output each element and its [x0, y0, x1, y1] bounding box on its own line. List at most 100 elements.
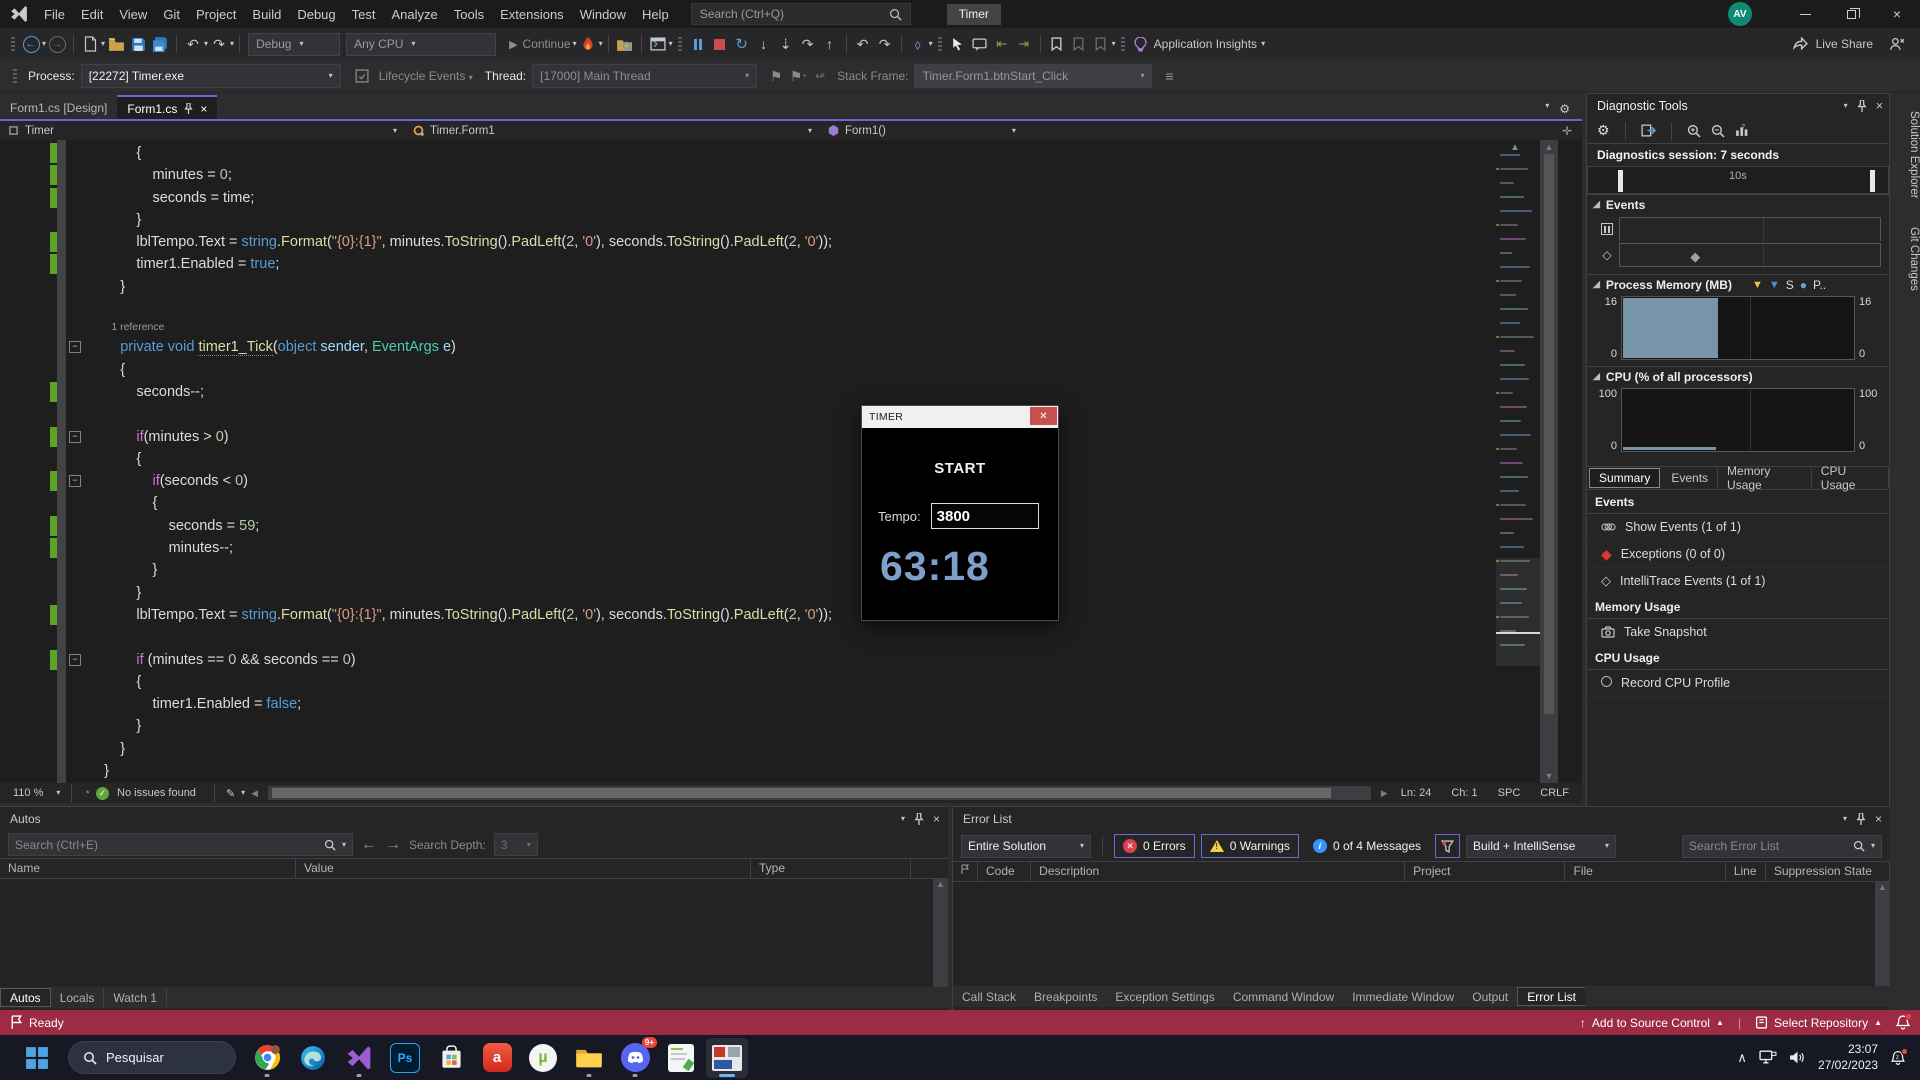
- cpu-section-header[interactable]: ◢ CPU (% of all processors): [1587, 366, 1889, 386]
- start-button[interactable]: [16, 1038, 58, 1078]
- bottom-tab-immediate-window[interactable]: Immediate Window: [1343, 987, 1463, 1006]
- timer-start-button[interactable]: START: [862, 460, 1058, 477]
- code-editor[interactable]: { minutes = 0; seconds = time; } lblTemp…: [0, 140, 1582, 783]
- diag-tab-summary[interactable]: Summary: [1589, 468, 1660, 488]
- minimize-button[interactable]: [1782, 0, 1828, 28]
- process-dropdown[interactable]: [22272] Timer.exe▾: [81, 64, 341, 88]
- flag-threads-icon[interactable]: ⚑+: [787, 64, 809, 88]
- error-column-file[interactable]: File: [1565, 862, 1725, 881]
- menu-project[interactable]: Project: [188, 0, 244, 28]
- minimap-viewport[interactable]: [1496, 558, 1540, 666]
- continue-button[interactable]: ▶ Continue: [507, 32, 573, 56]
- error-column-code[interactable]: Code: [978, 862, 1031, 881]
- application-insights-icon[interactable]: [1130, 32, 1152, 56]
- codelens-line[interactable]: 1 reference: [0, 320, 1496, 336]
- comment-button[interactable]: [969, 32, 991, 56]
- build-filter-dropdown[interactable]: Build + IntelliSense▾: [1466, 835, 1616, 858]
- new-file-button[interactable]: [79, 32, 101, 56]
- autos-column-value[interactable]: Value: [296, 859, 751, 878]
- summary-item-take[interactable]: Take Snapshot: [1587, 619, 1889, 646]
- tempo-input[interactable]: 3800: [931, 503, 1039, 529]
- side-tab-solution-explorer[interactable]: Solution Explorer: [1890, 101, 1920, 209]
- bottom-tab-command-window[interactable]: Command Window: [1224, 987, 1343, 1006]
- solution-platform-dropdown[interactable]: Any CPU▾: [346, 33, 496, 56]
- code-line[interactable]: [0, 626, 1496, 648]
- code-line[interactable]: }: [0, 209, 1496, 231]
- live-share-label[interactable]: Live Share: [1816, 37, 1873, 51]
- redo-button[interactable]: ↷: [208, 32, 230, 56]
- pin-icon[interactable]: [1856, 813, 1866, 825]
- pin-icon[interactable]: [1857, 100, 1867, 112]
- bottom-tab-locals[interactable]: Locals: [51, 988, 105, 1007]
- indent-increase-icon[interactable]: ⇥: [1013, 32, 1035, 56]
- bottom-tab-autos[interactable]: Autos: [0, 988, 51, 1007]
- intellitrace-track[interactable]: ◆: [1619, 243, 1881, 267]
- menu-test[interactable]: Test: [344, 0, 384, 28]
- menu-extensions[interactable]: Extensions: [492, 0, 572, 28]
- summary-item-record[interactable]: Record CPU Profile: [1587, 670, 1889, 697]
- bottom-tab-error-list[interactable]: Error List: [1517, 987, 1585, 1006]
- restore-button[interactable]: [1828, 0, 1874, 28]
- redo-nav-button[interactable]: ↷: [874, 32, 896, 56]
- autos-scrollbar[interactable]: ▲: [933, 879, 948, 987]
- menu-help[interactable]: Help: [634, 0, 677, 28]
- code-line[interactable]: − if (minutes == 0 && seconds == 0): [0, 649, 1496, 671]
- close-tab-icon[interactable]: ×: [200, 102, 207, 116]
- menu-file[interactable]: File: [36, 0, 73, 28]
- code-line[interactable]: lblTempo.Text = string.Format("{0}:{1}",…: [0, 604, 1496, 626]
- autos-column-name[interactable]: Name: [0, 859, 296, 878]
- menu-window[interactable]: Window: [572, 0, 634, 28]
- taskbar-app-visual-studio[interactable]: [338, 1038, 380, 1078]
- people-icon[interactable]: [1889, 37, 1906, 51]
- navbar-member-dropdown[interactable]: Form1()▾: [820, 121, 1024, 140]
- tab-well-options-icon[interactable]: ⚙: [1559, 102, 1570, 116]
- code-line[interactable]: {: [0, 448, 1496, 470]
- menu-git[interactable]: Git: [155, 0, 188, 28]
- navigate-forward-button[interactable]: →: [46, 32, 68, 56]
- taskbar-app-edge[interactable]: [292, 1038, 334, 1078]
- select-repository-button[interactable]: Select Repository ▲: [1755, 1016, 1882, 1030]
- solution-configuration-dropdown[interactable]: Debug▾: [248, 33, 340, 56]
- error-column-suppression-state[interactable]: Suppression State: [1766, 862, 1890, 881]
- volume-icon[interactable]: [1789, 1050, 1806, 1065]
- code-line[interactable]: }: [0, 559, 1496, 581]
- zoom-in-icon[interactable]: [1687, 124, 1701, 138]
- autos-grid[interactable]: ▲: [0, 879, 948, 987]
- code-content[interactable]: { minutes = 0; seconds = time; } lblTemp…: [0, 142, 1496, 783]
- summary-item-exceptions[interactable]: ◆Exceptions (0 of 0): [1587, 541, 1889, 568]
- fold-toggle[interactable]: −: [69, 475, 81, 487]
- thread-dropdown[interactable]: [17000] Main Thread▾: [532, 64, 757, 88]
- errors-filter-button[interactable]: ✕0 Errors: [1114, 834, 1195, 858]
- focus-assist-bell-icon[interactable]: z: [1890, 1050, 1906, 1066]
- close-panel-icon[interactable]: ×: [1875, 812, 1882, 826]
- taskbar-app-active-window[interactable]: [706, 1038, 748, 1078]
- notifications-bell-icon[interactable]: [1896, 1015, 1910, 1030]
- event-diamond-marker[interactable]: ◆: [1690, 249, 1700, 265]
- taskbar-search[interactable]: Pesquisar: [68, 1041, 236, 1074]
- autos-column-type[interactable]: Type: [751, 859, 911, 878]
- toolbar-overflow-icon[interactable]: ≡: [1158, 64, 1180, 88]
- find-in-files-button[interactable]: [614, 32, 636, 56]
- show-output-window-button[interactable]: [647, 32, 669, 56]
- step-over-button[interactable]: ↷: [797, 32, 819, 56]
- undo-nav-button[interactable]: ↶: [852, 32, 874, 56]
- step-into-button[interactable]: ⇣: [775, 32, 797, 56]
- code-line[interactable]: − if(minutes > 0): [0, 426, 1496, 448]
- code-line[interactable]: minutes = 0;: [0, 164, 1496, 186]
- pin-icon[interactable]: [184, 103, 193, 114]
- bottom-tab-output[interactable]: Output: [1463, 987, 1517, 1006]
- breaks-track[interactable]: [1619, 217, 1881, 241]
- diag-tab-cpu-usage[interactable]: CPU Usage: [1812, 468, 1889, 488]
- code-line[interactable]: minutes--;: [0, 537, 1496, 559]
- search-depth-dropdown[interactable]: 3▾: [494, 833, 538, 856]
- issues-status[interactable]: No issues found: [117, 787, 196, 799]
- taskbar-app-microsoft-store[interactable]: [430, 1038, 472, 1078]
- bottom-tab-watch-1[interactable]: Watch 1: [104, 988, 167, 1007]
- bottom-tab-breakpoints[interactable]: Breakpoints: [1025, 987, 1106, 1006]
- timeline-marker-end[interactable]: [1870, 170, 1875, 192]
- search-forward-icon[interactable]: →: [385, 836, 401, 854]
- code-line[interactable]: }: [0, 738, 1496, 760]
- pause-button[interactable]: [687, 32, 709, 56]
- error-column-project[interactable]: Project: [1405, 862, 1565, 881]
- global-search-input[interactable]: Search (Ctrl+Q): [691, 3, 911, 25]
